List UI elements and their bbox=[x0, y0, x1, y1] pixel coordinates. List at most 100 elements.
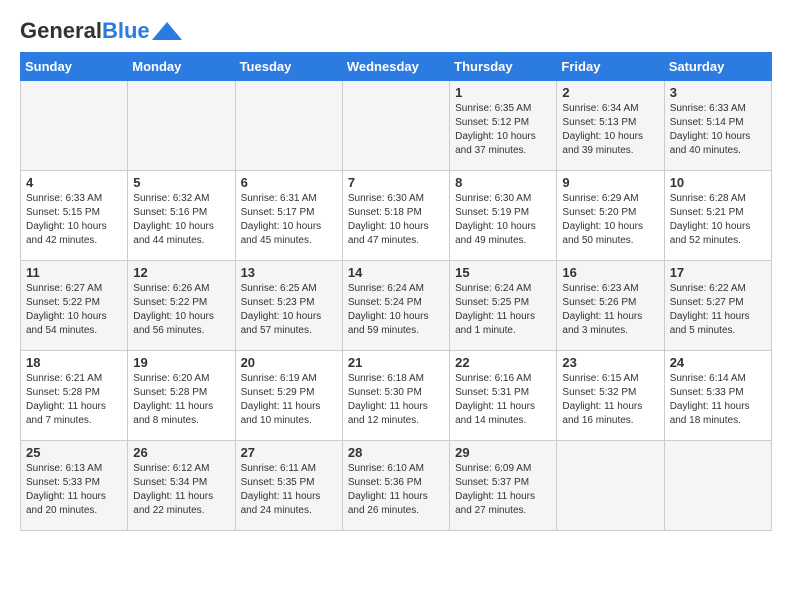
week-row-4: 18 Sunrise: 6:21 AM Sunset: 5:28 PM Dayli… bbox=[21, 351, 772, 441]
calendar-cell: 29 Sunrise: 6:09 AM Sunset: 5:37 PM Dayli… bbox=[450, 441, 557, 531]
calendar-cell bbox=[235, 81, 342, 171]
day-number: 21 bbox=[348, 355, 444, 370]
calendar-cell: 17 Sunrise: 6:22 AM Sunset: 5:27 PM Dayli… bbox=[664, 261, 771, 351]
week-row-2: 4 Sunrise: 6:33 AM Sunset: 5:15 PM Daylig… bbox=[21, 171, 772, 261]
cell-content: Sunrise: 6:14 AM Sunset: 5:33 PM Dayligh… bbox=[670, 372, 766, 428]
calendar-cell: 15 Sunrise: 6:24 AM Sunset: 5:25 PM Dayli… bbox=[450, 261, 557, 351]
header-wednesday: Wednesday bbox=[342, 53, 449, 81]
header-sunday: Sunday bbox=[21, 53, 128, 81]
calendar-cell: 4 Sunrise: 6:33 AM Sunset: 5:15 PM Daylig… bbox=[21, 171, 128, 261]
day-number: 15 bbox=[455, 265, 551, 280]
day-number: 13 bbox=[241, 265, 337, 280]
day-number: 25 bbox=[26, 445, 122, 460]
cell-content: Sunrise: 6:24 AM Sunset: 5:25 PM Dayligh… bbox=[455, 282, 551, 338]
day-number: 14 bbox=[348, 265, 444, 280]
calendar-cell: 26 Sunrise: 6:12 AM Sunset: 5:34 PM Dayli… bbox=[128, 441, 235, 531]
header-saturday: Saturday bbox=[664, 53, 771, 81]
logo-text: GeneralBlue bbox=[20, 20, 150, 42]
day-number: 10 bbox=[670, 175, 766, 190]
day-number: 17 bbox=[670, 265, 766, 280]
calendar-cell bbox=[557, 441, 664, 531]
cell-content: Sunrise: 6:33 AM Sunset: 5:15 PM Dayligh… bbox=[26, 192, 122, 248]
calendar-cell: 1 Sunrise: 6:35 AM Sunset: 5:12 PM Daylig… bbox=[450, 81, 557, 171]
calendar-cell: 16 Sunrise: 6:23 AM Sunset: 5:26 PM Dayli… bbox=[557, 261, 664, 351]
day-number: 16 bbox=[562, 265, 658, 280]
day-number: 5 bbox=[133, 175, 229, 190]
calendar-cell bbox=[21, 81, 128, 171]
day-number: 20 bbox=[241, 355, 337, 370]
cell-content: Sunrise: 6:27 AM Sunset: 5:22 PM Dayligh… bbox=[26, 282, 122, 338]
week-row-3: 11 Sunrise: 6:27 AM Sunset: 5:22 PM Dayli… bbox=[21, 261, 772, 351]
cell-content: Sunrise: 6:11 AM Sunset: 5:35 PM Dayligh… bbox=[241, 462, 337, 518]
calendar-header-row: SundayMondayTuesdayWednesdayThursdayFrid… bbox=[21, 53, 772, 81]
calendar-cell bbox=[342, 81, 449, 171]
day-number: 3 bbox=[670, 85, 766, 100]
calendar-cell: 13 Sunrise: 6:25 AM Sunset: 5:23 PM Dayli… bbox=[235, 261, 342, 351]
cell-content: Sunrise: 6:34 AM Sunset: 5:13 PM Dayligh… bbox=[562, 102, 658, 158]
calendar-cell: 24 Sunrise: 6:14 AM Sunset: 5:33 PM Dayli… bbox=[664, 351, 771, 441]
day-number: 2 bbox=[562, 85, 658, 100]
calendar-cell bbox=[664, 441, 771, 531]
calendar-cell: 7Sunrise: 6:30 AM Sunset: 5:18 PM Daylig… bbox=[342, 171, 449, 261]
calendar-cell: 23 Sunrise: 6:15 AM Sunset: 5:32 PM Dayli… bbox=[557, 351, 664, 441]
calendar-cell: 12 Sunrise: 6:26 AM Sunset: 5:22 PM Dayli… bbox=[128, 261, 235, 351]
cell-content: Sunrise: 6:13 AM Sunset: 5:33 PM Dayligh… bbox=[26, 462, 122, 518]
calendar-cell: 10 Sunrise: 6:28 AM Sunset: 5:21 PM Dayli… bbox=[664, 171, 771, 261]
calendar-table: SundayMondayTuesdayWednesdayThursdayFrid… bbox=[20, 52, 772, 531]
day-number: 19 bbox=[133, 355, 229, 370]
calendar-cell: 9Sunrise: 6:29 AM Sunset: 5:20 PM Daylig… bbox=[557, 171, 664, 261]
calendar-cell: 6 Sunrise: 6:31 AM Sunset: 5:17 PM Daylig… bbox=[235, 171, 342, 261]
calendar-cell: 22 Sunrise: 6:16 AM Sunset: 5:31 PM Dayli… bbox=[450, 351, 557, 441]
calendar-cell: 28 Sunrise: 6:10 AM Sunset: 5:36 PM Dayli… bbox=[342, 441, 449, 531]
cell-content: Sunrise: 6:16 AM Sunset: 5:31 PM Dayligh… bbox=[455, 372, 551, 428]
day-number: 8 bbox=[455, 175, 551, 190]
cell-content: Sunrise: 6:31 AM Sunset: 5:17 PM Dayligh… bbox=[241, 192, 337, 248]
day-number: 23 bbox=[562, 355, 658, 370]
calendar-cell: 8 Sunrise: 6:30 AM Sunset: 5:19 PM Daylig… bbox=[450, 171, 557, 261]
cell-content: Sunrise: 6:12 AM Sunset: 5:34 PM Dayligh… bbox=[133, 462, 229, 518]
day-number: 26 bbox=[133, 445, 229, 460]
cell-content: Sunrise: 6:32 AM Sunset: 5:16 PM Dayligh… bbox=[133, 192, 229, 248]
cell-content: Sunrise: 6:26 AM Sunset: 5:22 PM Dayligh… bbox=[133, 282, 229, 338]
cell-content: Sunrise: 6:28 AM Sunset: 5:21 PM Dayligh… bbox=[670, 192, 766, 248]
cell-content: Sunrise: 6:20 AM Sunset: 5:28 PM Dayligh… bbox=[133, 372, 229, 428]
calendar-cell: 25 Sunrise: 6:13 AM Sunset: 5:33 PM Dayli… bbox=[21, 441, 128, 531]
day-number: 29 bbox=[455, 445, 551, 460]
day-number: 24 bbox=[670, 355, 766, 370]
day-number: 7 bbox=[348, 175, 444, 190]
day-number: 27 bbox=[241, 445, 337, 460]
header-friday: Friday bbox=[557, 53, 664, 81]
week-row-1: 1 Sunrise: 6:35 AM Sunset: 5:12 PM Daylig… bbox=[21, 81, 772, 171]
day-number: 18 bbox=[26, 355, 122, 370]
cell-content: Sunrise: 6:10 AM Sunset: 5:36 PM Dayligh… bbox=[348, 462, 444, 518]
calendar-cell: 14Sunrise: 6:24 AM Sunset: 5:24 PM Dayli… bbox=[342, 261, 449, 351]
cell-content: Sunrise: 6:33 AM Sunset: 5:14 PM Dayligh… bbox=[670, 102, 766, 158]
logo: GeneralBlue bbox=[20, 20, 182, 42]
cell-content: Sunrise: 6:29 AM Sunset: 5:20 PM Dayligh… bbox=[562, 192, 658, 248]
cell-content: Sunrise: 6:15 AM Sunset: 5:32 PM Dayligh… bbox=[562, 372, 658, 428]
cell-content: Sunrise: 6:35 AM Sunset: 5:12 PM Dayligh… bbox=[455, 102, 551, 158]
cell-content: Sunrise: 6:19 AM Sunset: 5:29 PM Dayligh… bbox=[241, 372, 337, 428]
calendar-cell bbox=[128, 81, 235, 171]
cell-content: Sunrise: 6:09 AM Sunset: 5:37 PM Dayligh… bbox=[455, 462, 551, 518]
header-tuesday: Tuesday bbox=[235, 53, 342, 81]
calendar-cell: 20 Sunrise: 6:19 AM Sunset: 5:29 PM Dayli… bbox=[235, 351, 342, 441]
cell-content: Sunrise: 6:23 AM Sunset: 5:26 PM Dayligh… bbox=[562, 282, 658, 338]
cell-content: Sunrise: 6:25 AM Sunset: 5:23 PM Dayligh… bbox=[241, 282, 337, 338]
logo-icon bbox=[152, 22, 182, 40]
day-number: 22 bbox=[455, 355, 551, 370]
calendar-cell: 2 Sunrise: 6:34 AM Sunset: 5:13 PM Daylig… bbox=[557, 81, 664, 171]
calendar-cell: 21Sunrise: 6:18 AM Sunset: 5:30 PM Dayli… bbox=[342, 351, 449, 441]
calendar-cell: 5 Sunrise: 6:32 AM Sunset: 5:16 PM Daylig… bbox=[128, 171, 235, 261]
cell-content: Sunrise: 6:21 AM Sunset: 5:28 PM Dayligh… bbox=[26, 372, 122, 428]
day-number: 28 bbox=[348, 445, 444, 460]
day-number: 4 bbox=[26, 175, 122, 190]
cell-content: Sunrise: 6:30 AM Sunset: 5:19 PM Dayligh… bbox=[455, 192, 551, 248]
day-number: 12 bbox=[133, 265, 229, 280]
day-number: 6 bbox=[241, 175, 337, 190]
day-number: 11 bbox=[26, 265, 122, 280]
calendar-cell: 18 Sunrise: 6:21 AM Sunset: 5:28 PM Dayli… bbox=[21, 351, 128, 441]
day-number: 1 bbox=[455, 85, 551, 100]
calendar-cell: 27 Sunrise: 6:11 AM Sunset: 5:35 PM Dayli… bbox=[235, 441, 342, 531]
cell-content: Sunrise: 6:22 AM Sunset: 5:27 PM Dayligh… bbox=[670, 282, 766, 338]
